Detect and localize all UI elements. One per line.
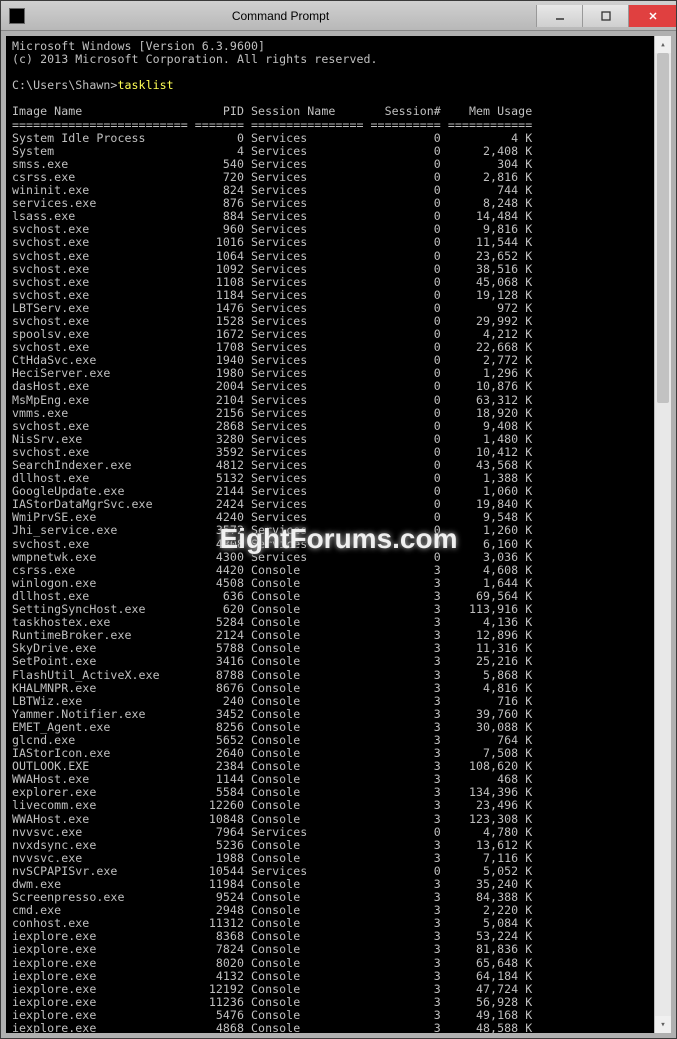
- terminal-output[interactable]: Microsoft Windows [Version 6.3.9600] (c)…: [6, 36, 654, 1033]
- client-area: Microsoft Windows [Version 6.3.9600] (c)…: [6, 36, 671, 1033]
- scroll-down-button[interactable]: ▾: [655, 1016, 671, 1033]
- scrollbar-thumb[interactable]: [657, 53, 669, 403]
- scroll-up-button[interactable]: ▴: [655, 36, 671, 53]
- window-buttons: [536, 5, 676, 27]
- window-title: Command Prompt: [25, 9, 536, 23]
- scrollbar-track[interactable]: [655, 53, 671, 1016]
- scrollbar[interactable]: ▴ ▾: [654, 36, 671, 1033]
- titlebar[interactable]: Command Prompt: [1, 1, 676, 31]
- close-button[interactable]: [628, 5, 676, 27]
- window-frame: Command Prompt Microsoft Windows [Versio…: [0, 0, 677, 1039]
- minimize-button[interactable]: [536, 5, 582, 27]
- maximize-button[interactable]: [582, 5, 628, 27]
- cmd-icon: [9, 8, 25, 24]
